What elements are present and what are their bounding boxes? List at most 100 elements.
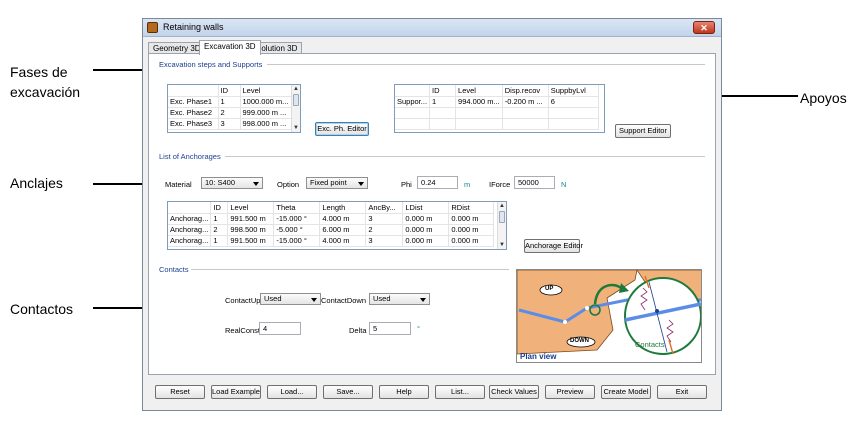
table-row[interactable]: Suppor... 1 994.000 m... -0.200 m ... 6 — [395, 96, 599, 108]
grid-cell[interactable]: 0.000 m — [448, 224, 495, 236]
tab-excavation-3d[interactable]: Excavation 3D — [199, 40, 261, 55]
material-value: 10: S400 — [205, 178, 236, 187]
grid-cell[interactable]: 6 — [548, 96, 599, 108]
grid-cell[interactable]: Suppor... — [395, 96, 431, 108]
contact-down-value: Used — [373, 294, 391, 303]
retaining-wall-icon — [147, 22, 158, 33]
grid-cell[interactable]: Exc. Phase2 — [168, 107, 219, 119]
grid-cell[interactable]: 0.000 m — [448, 213, 495, 225]
grid-cell[interactable]: 991.500 m — [227, 235, 275, 247]
grid-cell[interactable]: 0.000 m — [448, 235, 495, 247]
table-row[interactable]: Anchorag... 1 991.500 m -15.000 ° 4.000 … — [168, 213, 495, 225]
table-row[interactable]: Anchorag... 1 991.500 m -15.000 ° 4.000 … — [168, 235, 495, 247]
grid-cell[interactable]: 991.500 m — [227, 213, 275, 225]
option-select[interactable]: Fixed point — [306, 177, 368, 189]
grid-header-cell: AncBy... — [365, 202, 404, 214]
grid-cell[interactable]: 2 — [210, 224, 229, 236]
exc-phase-editor-button[interactable]: Exc. Ph. Editor — [315, 122, 369, 136]
scroll-thumb[interactable] — [293, 94, 299, 106]
section-title-anchorages: List of Anchorages — [159, 152, 221, 161]
grid-cell[interactable]: Exc. Phase1 — [168, 96, 219, 108]
table-row[interactable] — [395, 107, 599, 119]
vertical-scrollbar[interactable]: ▲ ▼ — [497, 202, 506, 249]
phi-input[interactable]: 0.24 — [417, 176, 458, 189]
table-row[interactable]: Anchorag... 2 998.500 m -5.000 ° 6.000 m… — [168, 224, 495, 236]
down-label: DOWN — [570, 338, 589, 344]
grid-cell[interactable]: 6.000 m — [319, 224, 367, 236]
scroll-up-icon[interactable]: ▲ — [498, 202, 506, 210]
create-model-button[interactable]: Create Model — [601, 385, 651, 399]
table-row[interactable] — [395, 118, 599, 130]
plan-view-drawing — [517, 270, 701, 355]
list-button[interactable]: List... — [435, 385, 485, 399]
check-values-button[interactable]: Check Values — [489, 385, 539, 399]
grid-cell[interactable]: -15.000 ° — [273, 235, 321, 247]
section-title-excavation: Excavation steps and Supports — [159, 60, 263, 69]
table-row[interactable]: Exc. Phase2 2 999.000 m ... — [168, 107, 293, 119]
grid-cell[interactable]: 4.000 m — [319, 213, 367, 225]
grid-cell[interactable]: Exc. Phase3 — [168, 118, 219, 130]
grid-cell[interactable]: -0.200 m ... — [502, 96, 549, 108]
preview-button[interactable]: Preview — [545, 385, 595, 399]
grid-cell[interactable]: 1 — [210, 213, 229, 225]
phi-unit: m — [464, 180, 471, 189]
grid-cell[interactable]: 4.000 m — [319, 235, 367, 247]
scroll-down-icon[interactable]: ▼ — [292, 124, 300, 132]
grid-cell[interactable]: 0.000 m — [402, 235, 450, 247]
grid-cell[interactable]: 998.500 m — [227, 224, 275, 236]
grid-cell[interactable]: Anchorag... — [168, 235, 212, 247]
callout-contactos: Contactos — [10, 301, 74, 317]
load-example-button[interactable]: Load Example — [211, 385, 261, 399]
scroll-up-icon[interactable]: ▲ — [292, 85, 300, 93]
grid-cell[interactable]: 1 — [218, 96, 241, 108]
scroll-down-icon[interactable]: ▼ — [498, 241, 506, 249]
scroll-thumb[interactable] — [499, 211, 505, 223]
grid-header-cell — [395, 85, 431, 97]
table-row[interactable]: Exc. Phase3 3 998.000 m ... — [168, 118, 293, 130]
contact-down-select[interactable]: Used — [369, 293, 430, 305]
grid-cell[interactable]: 999.000 m ... — [240, 107, 293, 119]
table-row[interactable]: Exc. Phase1 1 1000.000 m... — [168, 96, 293, 108]
material-select[interactable]: 10: S400 — [201, 177, 263, 189]
callout-anclajes: Anclajes — [10, 175, 63, 191]
section-divider — [267, 64, 705, 65]
grid-cell[interactable]: -15.000 ° — [273, 213, 321, 225]
delta-input[interactable]: 5 — [369, 322, 411, 335]
anchorages-grid[interactable]: ID Level Theta Length AncBy... LDist RDi… — [167, 201, 507, 250]
grid-cell[interactable]: -5.000 ° — [273, 224, 321, 236]
reset-button[interactable]: Reset — [155, 385, 205, 399]
close-button[interactable]: ✕ — [693, 21, 715, 34]
plan-view-caption: Plan view — [520, 352, 557, 361]
grid-cell[interactable]: 1 — [210, 235, 229, 247]
contact-up-select[interactable]: Used — [260, 293, 321, 305]
realconst-input[interactable]: 4 — [259, 322, 301, 335]
grid-cell[interactable]: 2 — [218, 107, 241, 119]
grid-cell[interactable]: 3 — [365, 213, 404, 225]
phases-grid[interactable]: ID Level Exc. Phase1 1 1000.000 m... Exc… — [167, 84, 301, 133]
load-button[interactable]: Load... — [267, 385, 317, 399]
excavation-tab-panel: Excavation steps and Supports ID Level E… — [148, 53, 716, 375]
grid-cell[interactable]: Anchorag... — [168, 224, 212, 236]
option-label: Option — [277, 180, 300, 189]
grid-cell[interactable]: 998.000 m ... — [240, 118, 293, 130]
anchorage-editor-button[interactable]: Anchorage Editor — [524, 239, 583, 253]
grid-cell[interactable]: 0.000 m — [402, 224, 450, 236]
support-editor-button[interactable]: Support Editor — [615, 124, 671, 138]
grid-cell[interactable]: 994.000 m... — [455, 96, 503, 108]
help-button[interactable]: Help — [379, 385, 429, 399]
exit-button[interactable]: Exit — [657, 385, 707, 399]
iforce-input[interactable]: 50000 — [514, 176, 555, 189]
grid-header-cell: LDist — [402, 202, 450, 214]
supports-grid[interactable]: ID Level Disp.recov SuppbyLvl Suppor... … — [394, 84, 605, 133]
grid-cell[interactable]: Anchorag... — [168, 213, 212, 225]
grid-cell[interactable]: 3 — [218, 118, 241, 130]
grid-cell[interactable]: 1000.000 m... — [240, 96, 293, 108]
grid-cell[interactable]: 3 — [365, 235, 404, 247]
grid-cell[interactable]: 0.000 m — [402, 213, 450, 225]
wall-node — [563, 320, 567, 324]
save-button[interactable]: Save... — [323, 385, 373, 399]
vertical-scrollbar[interactable]: ▲ ▼ — [291, 85, 300, 132]
option-value: Fixed point — [310, 178, 347, 187]
grid-cell[interactable]: 2 — [365, 224, 404, 236]
grid-cell[interactable]: 1 — [429, 96, 457, 108]
